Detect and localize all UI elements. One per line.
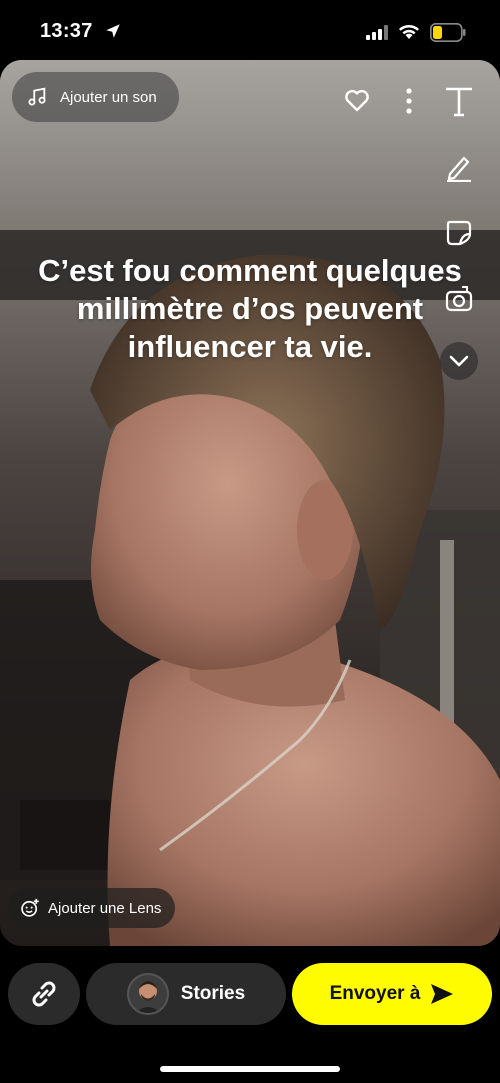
status-time: 13:37 — [40, 20, 93, 42]
wifi-icon — [399, 25, 419, 39]
add-lens-label: Ajouter une Lens — [48, 899, 162, 917]
status-bar: 13:37 — [0, 0, 500, 60]
selfie-photo — [0, 60, 500, 946]
text-tool-icon[interactable] — [443, 85, 475, 117]
send-to-label: Envoyer à — [329, 983, 421, 1004]
send-arrow-icon — [431, 984, 454, 1004]
cellular-signal-icon — [366, 25, 388, 40]
more-icon[interactable] — [394, 86, 424, 116]
attach-link-button[interactable] — [8, 963, 80, 1025]
send-to-button[interactable]: Envoyer à — [292, 963, 492, 1025]
link-icon — [32, 981, 56, 1007]
add-lens-button[interactable]: Ajouter une Lens — [8, 888, 176, 928]
heart-icon[interactable] — [342, 86, 372, 116]
pen-icon[interactable] — [444, 152, 474, 182]
snap-preview[interactable]: Ajouter un son C’est fou comment quelque… — [0, 60, 500, 946]
add-sound-button[interactable]: Ajouter un son — [12, 72, 179, 122]
music-note-icon — [28, 87, 46, 106]
stories-label: Stories — [180, 983, 246, 1004]
add-sound-label: Ajouter un son — [60, 88, 157, 106]
home-indicator[interactable] — [160, 1066, 340, 1072]
battery-low-icon — [430, 23, 466, 42]
stories-button[interactable]: Stories — [86, 963, 286, 1025]
sticker-icon[interactable] — [444, 218, 474, 248]
avatar — [126, 973, 169, 1015]
lens-add-icon — [21, 898, 39, 917]
location-arrow-icon — [106, 24, 120, 38]
snap-caption[interactable]: C’est fou comment quelques millimètre d’… — [10, 252, 490, 366]
